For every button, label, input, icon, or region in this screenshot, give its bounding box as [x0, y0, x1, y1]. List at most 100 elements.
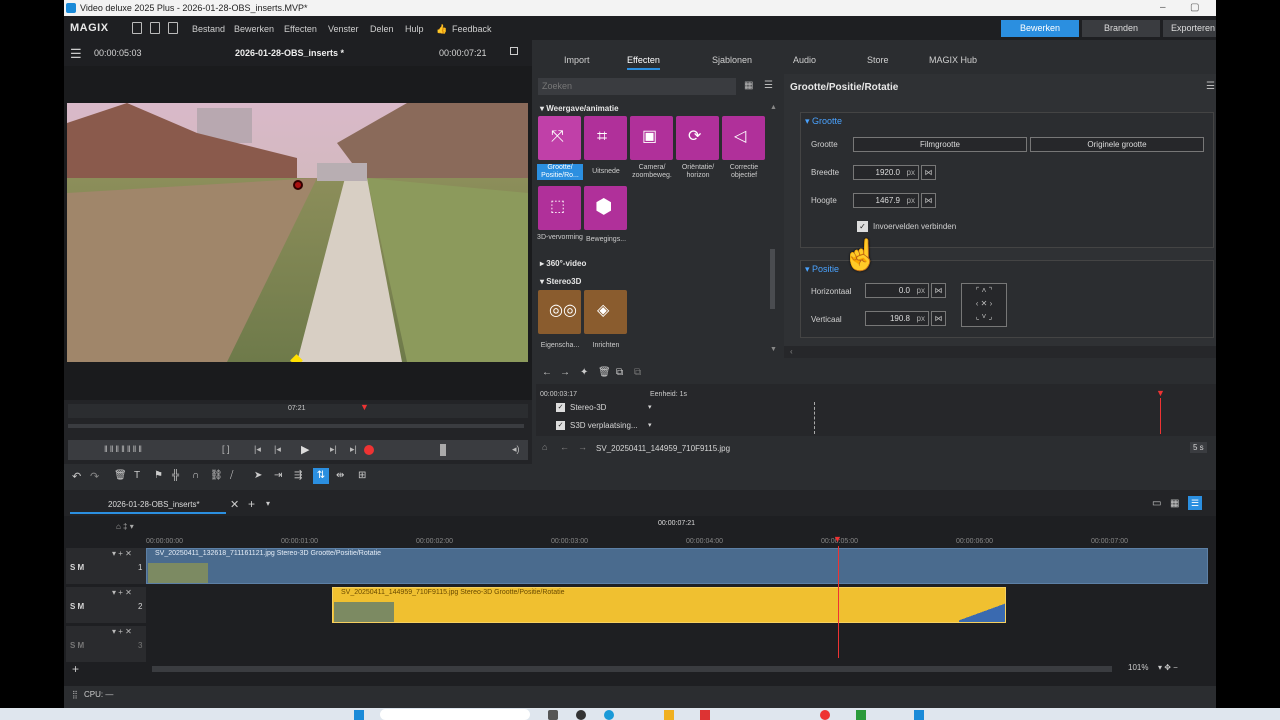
track-controls-icon[interactable]: ▾ + ✕ — [112, 588, 132, 597]
menu-bewerken[interactable]: Bewerken — [234, 24, 274, 34]
horizontal-keyframe-button[interactable]: ⋈ — [931, 283, 946, 298]
multi-track-icon[interactable]: ⇅ — [313, 468, 329, 484]
taskbar-app-icon[interactable] — [914, 710, 924, 720]
track-controls-icon[interactable]: ▾ + ✕ — [112, 549, 132, 558]
menu-bestand[interactable]: Bestand — [192, 24, 225, 34]
film-size-button[interactable]: Filmgrootte — [853, 137, 1027, 152]
track-solo-mute[interactable]: S M — [70, 563, 84, 572]
speaker-icon[interactable]: ◂) — [512, 444, 520, 455]
record-icon[interactable] — [364, 445, 374, 455]
scroll-down-icon[interactable]: ▼ — [770, 346, 777, 353]
width-field[interactable]: 1920.0 px — [853, 165, 919, 180]
preview-monitor[interactable] — [64, 66, 532, 400]
unlink-icon[interactable]: ⧸ — [230, 470, 233, 481]
back-icon[interactable]: ← — [560, 442, 569, 452]
height-field[interactable]: 1467.9 px — [853, 193, 919, 208]
tab-dropdown-icon[interactable]: ▾ — [266, 499, 270, 508]
alignment-grid[interactable]: ⌜ ˄ ⌝ ‹ ✕ › ⌞ ˅ ⌟ — [961, 283, 1007, 327]
zoom-bar[interactable] — [68, 424, 524, 428]
play-icon[interactable]: ▶ — [301, 443, 309, 456]
menu-effecten[interactable]: Effecten — [284, 24, 317, 34]
new-file-icon[interactable] — [132, 22, 142, 34]
home-icon[interactable]: ⌂ — [542, 442, 547, 452]
undo-icon[interactable]: ↶ — [72, 470, 81, 483]
marker-icon[interactable]: ⚑ — [154, 470, 163, 481]
taskbar-app-icon[interactable] — [576, 710, 586, 720]
effect-orientatie[interactable]: ⟳ — [676, 116, 719, 160]
taskbar-app-icon[interactable] — [664, 710, 674, 720]
ripple-icon[interactable]: ⇶ — [294, 470, 302, 481]
scene-view-icon[interactable]: ▦ — [1170, 498, 1179, 509]
forward-icon[interactable]: → — [578, 442, 587, 452]
video-frame[interactable] — [67, 103, 528, 362]
menu-hulp[interactable]: Hulp — [405, 24, 424, 34]
tab-sjablonen[interactable]: Sjablonen — [712, 55, 752, 65]
kf-add-icon[interactable]: ✦ — [580, 367, 588, 378]
hamburger-menu-icon[interactable]: ☰ — [70, 46, 82, 62]
jog-wheel[interactable]: ‖‖‖‖‖‖‖ — [104, 444, 144, 454]
tab-effecten[interactable]: Effecten — [627, 55, 660, 70]
category-weergave[interactable]: ▾ Weergave/animatie — [540, 104, 619, 113]
save-icon[interactable] — [168, 22, 178, 34]
anchor-point-handle[interactable] — [293, 180, 303, 190]
effect-camera-zoom[interactable]: ▣ — [630, 116, 673, 160]
effect-correctie[interactable]: ◁ — [722, 116, 765, 160]
zoom-level[interactable]: 101% — [1128, 663, 1148, 672]
delete-icon[interactable]: 🗑 — [114, 470, 127, 481]
close-tab-icon[interactable]: ✕ — [230, 498, 239, 511]
panel-menu-icon[interactable]: ☰ — [1206, 81, 1215, 92]
vertical-field[interactable]: 190.8 px — [865, 311, 929, 326]
position-group-header[interactable]: ▾ Positie — [805, 264, 839, 275]
fullscreen-icon[interactable] — [510, 47, 518, 55]
grid-view-icon[interactable]: ▦ — [744, 80, 753, 91]
timeline-clip-1[interactable]: SV_20250411_132618_711161121.jpg Stereo-… — [146, 548, 1208, 584]
stereo3d-dropdown-icon[interactable]: ▾ — [648, 403, 652, 411]
playhead-marker-icon[interactable]: ▼ — [360, 402, 369, 412]
track-header-3[interactable]: ▾ + ✕ S M 3 — [66, 626, 146, 662]
tab-store[interactable]: Store — [867, 55, 889, 65]
list-view-icon[interactable]: ☰ — [764, 80, 773, 91]
tab-import[interactable]: Import — [564, 55, 590, 65]
track-options-icon[interactable]: ⌂ ‡ ▾ — [116, 522, 134, 531]
go-to-end-icon[interactable]: ▸| — [350, 444, 357, 455]
maximize-icon[interactable]: ▢ — [1190, 2, 1199, 13]
original-size-button[interactable]: Originele grootte — [1030, 137, 1204, 152]
title-text-icon[interactable]: T — [134, 470, 140, 481]
timeline-playhead-icon[interactable]: ▼ — [833, 534, 842, 544]
kf-copy-icon[interactable]: ⧉ — [616, 367, 623, 378]
height-keyframe-button[interactable]: ⋈ — [921, 193, 936, 208]
redo-icon[interactable]: ↷ — [90, 470, 99, 483]
stereo3d-checkbox[interactable]: ✓ — [556, 403, 565, 412]
next-frame-icon[interactable]: ▸| — [330, 444, 337, 455]
timeline-tab[interactable]: 2026-01-28-OBS_inserts* — [108, 500, 200, 509]
kf-playhead-icon[interactable]: ▼ — [1156, 388, 1165, 398]
menu-venster[interactable]: Venster — [328, 24, 359, 34]
minimize-icon[interactable]: – — [1160, 2, 1166, 13]
tab-magix-hub[interactable]: MAGIX Hub — [929, 55, 977, 65]
snap-icon[interactable]: ⇹ — [336, 470, 344, 481]
effect-bewegings[interactable]: ⬢ — [584, 186, 627, 230]
taskbar-app-icon[interactable] — [548, 710, 558, 720]
track-solo-mute[interactable]: S M — [70, 641, 84, 650]
insert-mode-icon[interactable]: ⇥ — [274, 470, 282, 481]
mode-export-button[interactable]: Exporteren — [1163, 20, 1216, 37]
mode-edit-button[interactable]: Bewerken — [1001, 20, 1079, 37]
s3d-shift-row[interactable]: S3D verplaatsing... — [570, 421, 638, 430]
s3d-shift-dropdown-icon[interactable]: ▾ — [648, 421, 652, 429]
group-icon[interactable]: ⊞ — [358, 470, 366, 481]
taskbar-search[interactable] — [380, 709, 530, 720]
kf-paste-icon[interactable]: ⧉ — [634, 367, 641, 378]
link-icon[interactable]: ⛓ — [210, 470, 223, 481]
taskbar-app-icon[interactable] — [820, 710, 830, 720]
menu-delen[interactable]: Delen — [370, 24, 394, 34]
stereo3d-row[interactable]: Stereo-3D — [570, 403, 606, 412]
in-out-markers-icon[interactable]: [ ] — [222, 444, 230, 454]
effect-uitsnede[interactable]: ⌗ — [584, 116, 627, 160]
split-icon[interactable]: ╬ — [172, 470, 179, 481]
horizontal-field[interactable]: 0.0 px — [865, 283, 929, 298]
scroll-up-icon[interactable]: ▲ — [770, 104, 777, 111]
effect-inrichten[interactable]: ◈ — [584, 290, 627, 334]
effect-eigenschappen[interactable]: ◎◎ — [538, 290, 581, 334]
timeline-view-icon[interactable]: ☰ — [1188, 496, 1202, 510]
track-header-2[interactable]: ▾ + ✕ S M 2 — [66, 587, 146, 623]
